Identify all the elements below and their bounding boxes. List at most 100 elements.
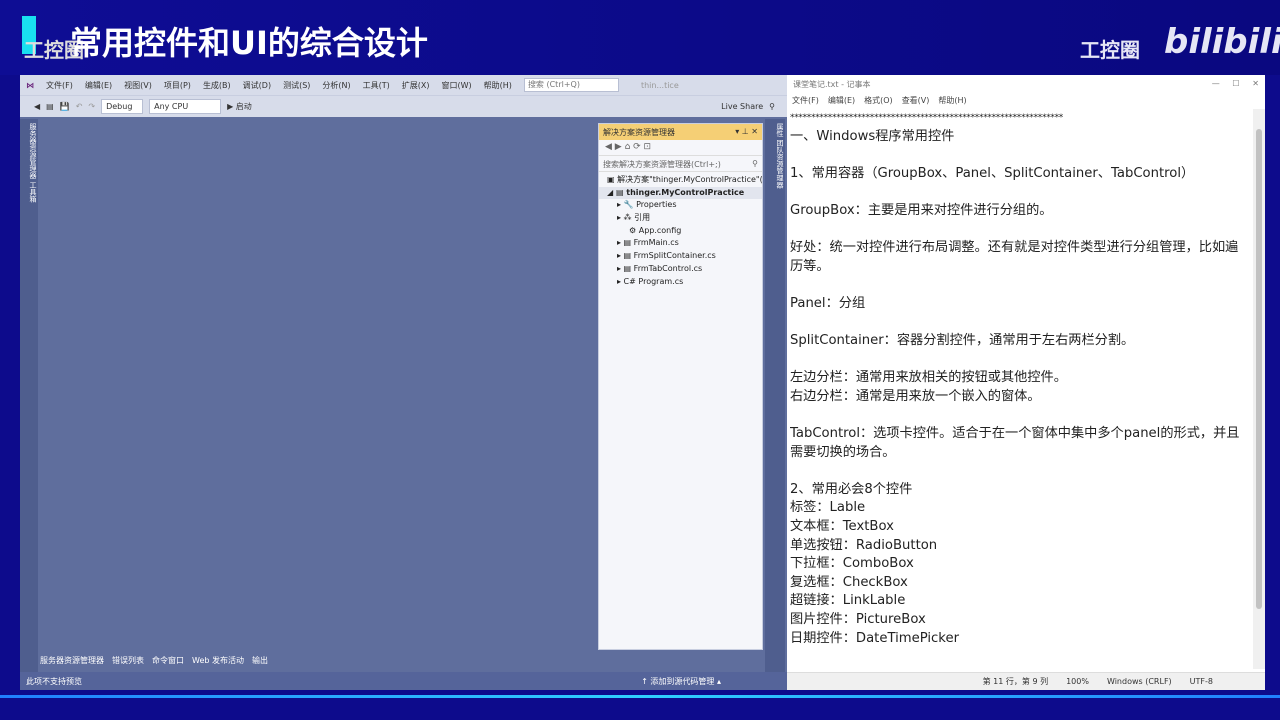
- menu-edit[interactable]: 编辑(E): [85, 80, 112, 91]
- notepad-titlebar: 课堂笔记.txt - 记事本 — ☐ ✕: [787, 75, 1265, 93]
- right-tool-strip[interactable]: 属性 团队资源管理器: [765, 119, 785, 674]
- config-select[interactable]: Debug: [101, 99, 144, 114]
- source-control-button[interactable]: ↑ 添加到源代码管理 ▴: [641, 676, 721, 687]
- menu-tools[interactable]: 工具(T): [363, 80, 390, 91]
- text-line: [790, 221, 1245, 240]
- bilibili-logo: bilibili: [1164, 22, 1280, 62]
- close-icon[interactable]: ✕: [1252, 79, 1259, 88]
- tree-frmsplit[interactable]: ▸ ▤ FrmSplitContainer.cs: [599, 250, 762, 263]
- vertical-scrollbar[interactable]: [1253, 109, 1265, 669]
- np-menu-file[interactable]: 文件(F): [792, 95, 819, 107]
- bottom-tabs: 服务器资源管理器 错误列表 命令窗口 Web 发布活动 输出: [40, 655, 268, 666]
- tree-app-config[interactable]: ⚙ App.config: [599, 225, 762, 238]
- video-banner: 工控圈 常用控件和UI的综合设计 工控圈 bilibili: [0, 0, 1280, 75]
- text-line: 左边分栏：通常用来放相关的按钮或其他控件。: [790, 370, 1067, 386]
- vs-search-input[interactable]: 搜索 (Ctrl+Q): [523, 78, 619, 92]
- line-ending: Windows (CRLF): [1106, 677, 1172, 686]
- np-menu-edit[interactable]: 编辑(E): [828, 95, 855, 107]
- menu-project[interactable]: 项目(P): [164, 80, 191, 91]
- menu-view[interactable]: 视图(V): [124, 80, 152, 91]
- notepad-text-area[interactable]: ****************************************…: [790, 109, 1245, 669]
- text-line: 下拉框：ComboBox: [790, 556, 914, 572]
- text-line: 图片控件：PictureBox: [790, 612, 926, 628]
- menu-debug[interactable]: 调试(D): [243, 80, 271, 91]
- text-line: GroupBox：主要是用来对控件进行分组的。: [790, 202, 1053, 218]
- undo-icon[interactable]: ↶: [76, 102, 83, 111]
- tree-solution[interactable]: ▣ 解决方案"thinger.MyControlPractice"(: [599, 174, 762, 187]
- text-line: 单选按钮：RadioButton: [790, 537, 938, 553]
- search-icon: ⚲: [752, 159, 758, 168]
- start-button[interactable]: ▶ 启动: [227, 101, 252, 112]
- menu-build[interactable]: 生成(B): [203, 80, 231, 91]
- vs-logo-icon: ⋈: [26, 80, 34, 90]
- new-project-icon[interactable]: ▤: [46, 102, 54, 111]
- text-line: TabControl：选项卡控件。适合于在一个窗体中集中多个panel的形式，并…: [790, 426, 1240, 460]
- pin-icon[interactable]: ▾ ⊥ ✕: [735, 127, 758, 137]
- back-icon[interactable]: ◀: [34, 102, 40, 111]
- visual-studio-window: ⋈ 文件(F) 编辑(E) 视图(V) 项目(P) 生成(B) 调试(D) 测试…: [20, 75, 787, 690]
- redo-icon[interactable]: ↷: [88, 102, 95, 111]
- feedback-icon[interactable]: ⚲: [769, 102, 775, 111]
- vs-menubar: ⋈ 文件(F) 编辑(E) 视图(V) 项目(P) 生成(B) 调试(D) 测试…: [20, 75, 787, 95]
- solution-tree: ▣ 解决方案"thinger.MyControlPractice"( ◢ ▤ t…: [599, 172, 762, 288]
- save-icon[interactable]: 💾: [60, 102, 70, 111]
- text-line: [790, 351, 1245, 370]
- text-line: 标签：Lable: [790, 500, 866, 516]
- watermark-right: 工控圈: [1080, 38, 1140, 62]
- menu-window[interactable]: 窗口(W): [442, 80, 472, 91]
- text-line: [790, 462, 1245, 481]
- tree-references[interactable]: ▸ ⁂ 引用: [599, 212, 762, 225]
- np-menu-format[interactable]: 格式(O): [864, 95, 893, 107]
- menu-file[interactable]: 文件(F): [46, 80, 73, 91]
- solution-explorer-title: 解决方案资源管理器: [603, 128, 675, 137]
- text-line: [790, 407, 1245, 426]
- window-controls: — ☐ ✕: [1212, 79, 1259, 89]
- np-menu-help[interactable]: 帮助(H): [938, 95, 966, 107]
- cursor-position: 第 11 行，第 9 列: [982, 677, 1049, 686]
- live-share-button[interactable]: Live Share: [721, 102, 763, 111]
- video-title: 常用控件和UI的综合设计: [70, 24, 428, 62]
- notepad-title: 课堂笔记.txt - 记事本: [793, 80, 871, 89]
- menu-analyze[interactable]: 分析(N): [322, 80, 350, 91]
- menu-test[interactable]: 测试(S): [283, 80, 310, 91]
- scrollbar-thumb[interactable]: [1256, 129, 1262, 609]
- text-line: 2、常用必会8个控件: [790, 481, 913, 497]
- search-placeholder: 搜索解决方案资源管理器(Ctrl+;): [603, 160, 721, 169]
- vs-toolbar: ◀ ▤ 💾 ↶ ↷ Debug Any CPU ▶ 启动 Live Share …: [20, 95, 787, 117]
- platform-select[interactable]: Any CPU: [149, 99, 222, 114]
- tree-properties[interactable]: ▸ 🔧 Properties: [599, 199, 762, 212]
- text-line: 复选框：CheckBox: [790, 574, 908, 590]
- zoom-level: 100%: [1066, 677, 1089, 686]
- tab-web-publish[interactable]: Web 发布活动: [192, 655, 244, 666]
- tree-project[interactable]: ◢ ▤ thinger.MyControlPractice: [599, 186, 762, 200]
- text-line: 1、常用容器（GroupBox、Panel、SplitContainer、Tab…: [790, 165, 1195, 181]
- text-line: 好处：统一对控件进行布局调整。还有就是对控件类型进行分组管理，比如遍历等。: [790, 240, 1239, 274]
- maximize-icon[interactable]: ☐: [1232, 79, 1239, 88]
- solution-explorer: 解决方案资源管理器 ▾ ⊥ ✕ ◀ ▶ ⌂ ⟳ ⊡ 搜索解决方案资源管理器(Ct…: [598, 123, 763, 650]
- text-line: 右边分栏：通常是用来放一个嵌入的窗体。: [790, 388, 1041, 404]
- tree-frmmain[interactable]: ▸ ▤ FrmMain.cs: [599, 237, 762, 250]
- menu-extensions[interactable]: 扩展(X): [402, 80, 430, 91]
- np-menu-view[interactable]: 查看(V): [902, 95, 930, 107]
- vs-status-bar: 此项不支持预览 ↑ 添加到源代码管理 ▴: [20, 672, 787, 690]
- solution-explorer-toolbar[interactable]: ◀ ▶ ⌂ ⟳ ⊡: [599, 140, 762, 156]
- solution-search-input[interactable]: 搜索解决方案资源管理器(Ctrl+;) ⚲: [599, 156, 762, 172]
- left-tool-strip[interactable]: 服务器资源管理器 工具箱: [20, 119, 38, 674]
- tab-server-explorer[interactable]: 服务器资源管理器: [40, 655, 104, 666]
- text-line: Panel：分组: [790, 295, 866, 311]
- tab-error-list[interactable]: 错误列表: [112, 655, 144, 666]
- text-line: [790, 183, 1245, 202]
- minimize-icon[interactable]: —: [1212, 79, 1220, 88]
- tab-output[interactable]: 输出: [252, 655, 268, 666]
- text-line: 一、Windows程序常用控件: [790, 128, 955, 144]
- status-message: 此项不支持预览: [26, 676, 82, 686]
- menu-help[interactable]: 帮助(H): [484, 80, 512, 91]
- text-line: 日期控件：DateTimePicker: [790, 630, 960, 646]
- tree-frmtab[interactable]: ▸ ▤ FrmTabControl.cs: [599, 263, 762, 276]
- solution-explorer-header: 解决方案资源管理器 ▾ ⊥ ✕: [599, 124, 762, 140]
- vs-window-title: thin...tice: [640, 80, 679, 90]
- text-line: [790, 314, 1245, 333]
- tab-command-window[interactable]: 命令窗口: [152, 655, 184, 666]
- tree-program[interactable]: ▸ C# Program.cs: [599, 276, 762, 289]
- notepad-menubar: 文件(F) 编辑(E) 格式(O) 查看(V) 帮助(H): [787, 93, 1265, 109]
